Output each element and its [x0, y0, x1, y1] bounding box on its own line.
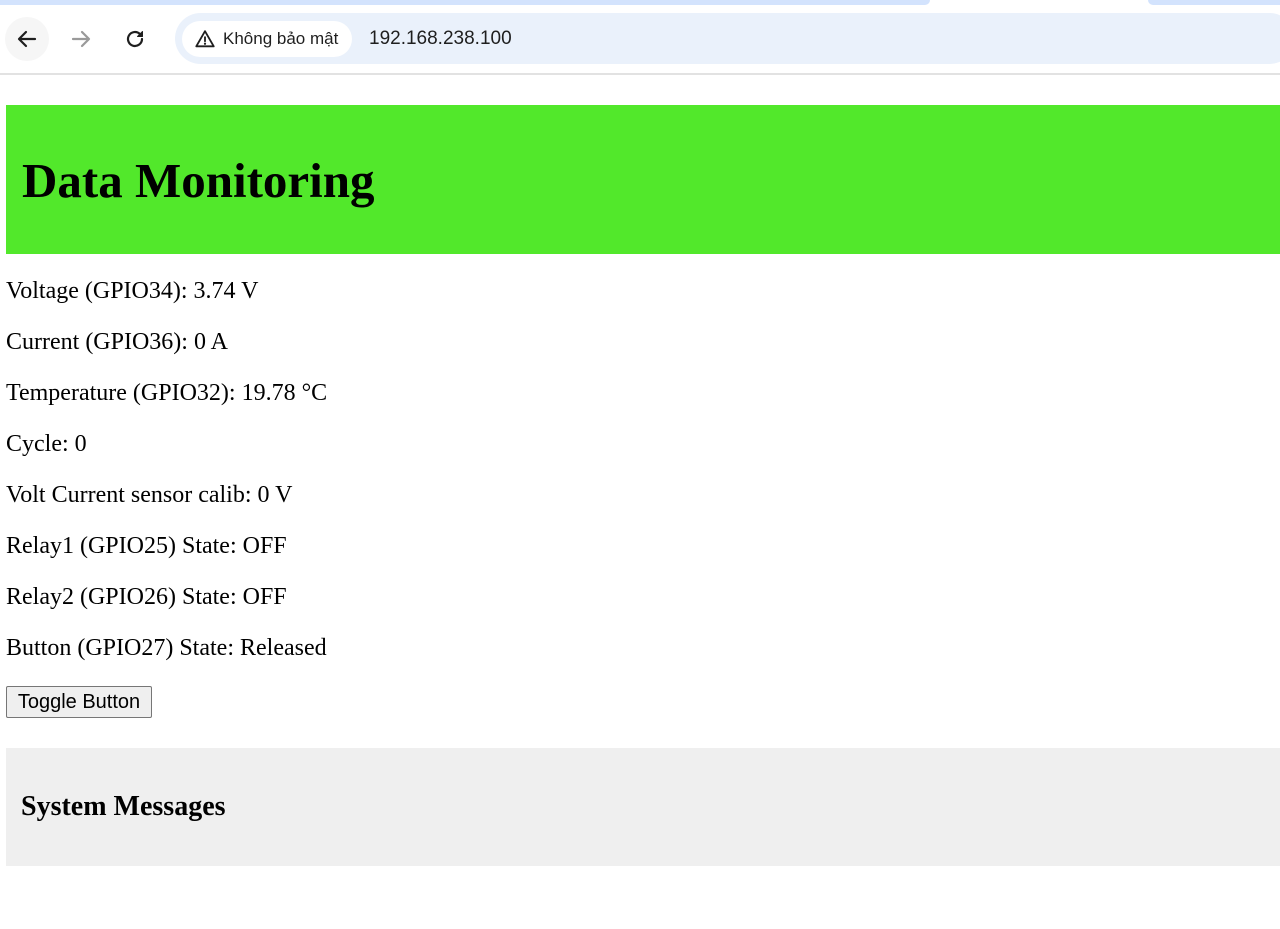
system-messages-title: System Messages	[21, 791, 226, 822]
address-bar[interactable]: Không bảo mật 192.168.238.100	[175, 13, 1280, 64]
voltage-reading: Voltage (GPIO34): 3.74 V	[6, 278, 259, 304]
button-state: Button (GPIO27) State: Released	[6, 635, 327, 661]
current-reading: Current (GPIO36): 0 A	[6, 329, 228, 355]
web-page: Data Monitoring Voltage (GPIO34): 3.74 V…	[0, 75, 1280, 929]
url-text[interactable]: 192.168.238.100	[369, 13, 512, 64]
calib-voltage-reading: Volt Current sensor calib: 0 V	[6, 482, 293, 508]
back-arrow-icon	[17, 30, 37, 48]
cycle-reading: Cycle: 0	[6, 431, 87, 457]
relay2-state: Relay2 (GPIO26) State: OFF	[6, 584, 287, 610]
security-label: Không bảo mật	[223, 29, 339, 48]
relay1-state: Relay1 (GPIO25) State: OFF	[6, 533, 287, 559]
security-indicator[interactable]: Không bảo mật	[182, 21, 353, 57]
system-messages-panel: System Messages	[6, 748, 1280, 866]
forward-arrow-icon	[71, 30, 91, 48]
page-title: Data Monitoring	[22, 153, 375, 208]
reload-icon	[126, 30, 144, 48]
forward-button[interactable]	[59, 17, 103, 61]
warning-triangle-icon	[195, 30, 215, 48]
toggle-button[interactable]: Toggle Button	[6, 686, 152, 718]
reload-button[interactable]	[113, 17, 157, 61]
page-header: Data Monitoring	[6, 105, 1280, 254]
back-button[interactable]	[5, 17, 49, 61]
browser-toolbar: Không bảo mật 192.168.238.100	[0, 5, 1280, 73]
readings-list: Voltage (GPIO34): 3.74 V Current (GPIO36…	[6, 278, 327, 686]
temperature-reading: Temperature (GPIO32): 19.78 °C	[6, 380, 328, 406]
